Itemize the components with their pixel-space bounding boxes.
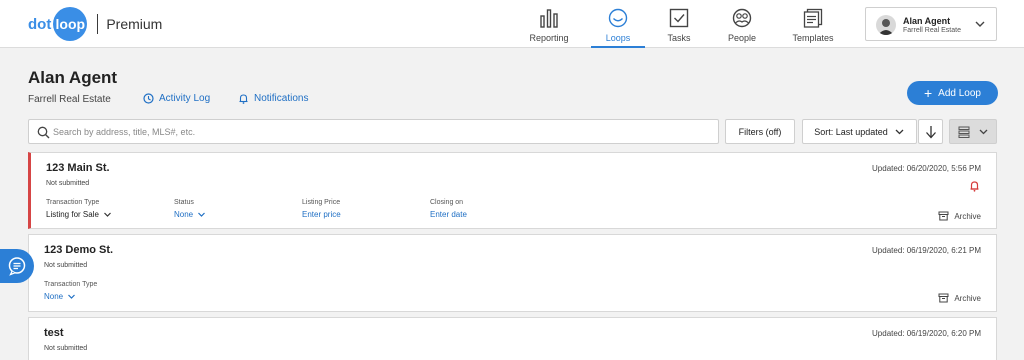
chevron-down-icon (68, 294, 76, 299)
nav-loops[interactable]: Loops (583, 8, 653, 48)
avatar (876, 15, 896, 35)
loop-updated-time: Updated: 06/20/2020, 5:56 PM (872, 164, 981, 173)
view-toggle-button[interactable] (949, 119, 997, 144)
alert-bell-icon[interactable] (969, 180, 980, 192)
nav-label: People (727, 33, 757, 43)
transaction-type-dropdown[interactable]: Listing for Sale (46, 210, 112, 219)
nav-label: Loops (605, 33, 631, 43)
people-icon (732, 8, 752, 28)
notifications-link[interactable]: Notifications (238, 93, 308, 104)
user-name: Alan Agent (903, 16, 951, 26)
loop-title[interactable]: 123 Main St. (46, 162, 110, 174)
add-loop-label: Add Loop (938, 87, 981, 99)
transaction-type-field: Transaction Type None (44, 281, 97, 301)
search-icon (37, 126, 50, 139)
loop-submission-status: Not submitted (44, 262, 88, 269)
chevron-down-icon (979, 129, 987, 135)
loop-updated-time: Updated: 06/19/2020, 6:20 PM (872, 329, 981, 338)
field-label: Transaction Type (44, 281, 98, 288)
activity-log-label: Activity Log (159, 93, 211, 104)
archive-button[interactable]: Archive (938, 211, 981, 221)
field-label: Listing Price (302, 199, 341, 206)
archive-label: Archive (954, 293, 981, 303)
search-box (28, 119, 719, 144)
archive-icon (938, 211, 949, 221)
status-dropdown[interactable]: None (174, 210, 206, 219)
logo-loop-text: loop (53, 7, 88, 41)
chat-icon (8, 257, 26, 276)
chevron-down-icon (975, 21, 985, 27)
archive-icon (938, 293, 949, 303)
transaction-type-field: Transaction Type Listing for Sale (46, 199, 112, 219)
loop-submission-status: Not submitted (46, 180, 90, 187)
sort-direction-button[interactable] (918, 119, 943, 144)
field-label: Closing on (430, 199, 464, 206)
chevron-down-icon (895, 129, 904, 135)
nav-templates[interactable]: Templates (778, 8, 848, 48)
user-org: Farrell Real Estate (903, 27, 961, 34)
listing-price-field: Listing Price Enter price (302, 199, 341, 219)
filters-label: Filters (off) (738, 126, 782, 137)
sort-dropdown[interactable]: Sort: Last updated (802, 119, 917, 144)
nav-reporting[interactable]: Reporting (514, 8, 584, 48)
plan-label: Premium (106, 16, 163, 32)
logo-divider (97, 14, 99, 34)
logo-dot-text: dot (28, 15, 52, 33)
field-value: None (174, 210, 194, 219)
loop-icon (608, 8, 628, 28)
chevron-down-icon (198, 212, 206, 217)
transaction-type-dropdown[interactable]: None (44, 292, 97, 301)
dotloop-logo[interactable]: dot loop Premium (28, 7, 163, 41)
field-label: Status (174, 199, 194, 206)
nav-label: Reporting (529, 33, 569, 43)
closing-date-field: Closing on Enter date (430, 199, 467, 219)
clock-icon (143, 93, 154, 104)
chevron-down-icon (103, 212, 111, 217)
enter-price-link[interactable]: Enter price (302, 210, 341, 219)
page-title: Alan Agent (28, 68, 118, 87)
top-header: dot loop Premium Reporting Loops Tasks P… (0, 0, 1024, 48)
archive-label: Archive (954, 211, 981, 221)
loop-card[interactable]: test Not submitted Updated: 06/19/2020, … (28, 317, 997, 360)
field-value: Listing for Sale (46, 210, 99, 219)
bell-icon (239, 94, 248, 104)
filters-button[interactable]: Filters (off) (725, 119, 795, 144)
plus-icon: + (923, 85, 933, 101)
notifications-label: Notifications (254, 93, 309, 104)
loop-card[interactable]: 123 Demo St. Not submitted Updated: 06/1… (28, 234, 997, 312)
loop-title[interactable]: test (44, 327, 64, 339)
field-value: None (44, 292, 64, 301)
search-input[interactable] (53, 120, 703, 143)
page-org: Farrell Real Estate (28, 94, 111, 105)
arrow-down-icon (925, 125, 936, 138)
templates-icon (803, 8, 823, 28)
nav-people[interactable]: People (707, 8, 777, 48)
nav-label: Templates (792, 33, 834, 43)
bar-chart-icon (540, 9, 558, 28)
list-view-icon (958, 126, 969, 138)
user-menu[interactable]: Alan Agent Farrell Real Estate (865, 7, 997, 41)
archive-button[interactable]: Archive (938, 293, 981, 303)
sort-label: Sort: Last updated (814, 126, 888, 137)
nav-tasks[interactable]: Tasks (644, 8, 714, 48)
field-label: Transaction Type (46, 199, 100, 206)
add-loop-button[interactable]: + Add Loop (907, 81, 998, 105)
loop-card[interactable]: 123 Main St. Not submitted Updated: 06/2… (28, 152, 997, 229)
nav-label: Tasks (667, 33, 691, 43)
loop-title[interactable]: 123 Demo St. (44, 244, 113, 256)
loop-submission-status: Not submitted (44, 345, 88, 352)
checkbox-icon (669, 8, 689, 28)
loop-updated-time: Updated: 06/19/2020, 6:21 PM (872, 246, 981, 255)
status-field: Status None (174, 199, 206, 219)
enter-date-link[interactable]: Enter date (430, 210, 467, 219)
activity-log-link[interactable]: Activity Log (143, 93, 210, 104)
chat-button[interactable] (0, 249, 34, 283)
